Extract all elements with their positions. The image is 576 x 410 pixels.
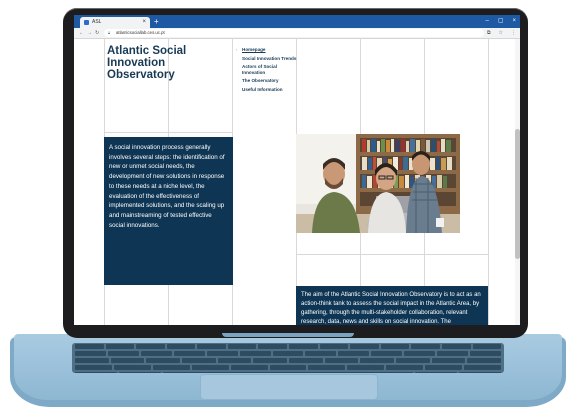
back-icon[interactable]: ←: [79, 28, 84, 38]
menu-item-actors[interactable]: Actors of Social Innovation: [242, 64, 300, 75]
close-window-icon[interactable]: ×: [512, 15, 516, 28]
aim-text-box: The aim of the Atlantic Social Innovatio…: [296, 286, 488, 325]
grid-line: [488, 39, 489, 325]
aim-text: The aim of the Atlantic Social Innovatio…: [301, 292, 481, 325]
main-menu: › Homepage Social Innovation Trends Acto…: [236, 47, 300, 95]
laptop-touchpad: [200, 374, 378, 400]
laptop-screen: ASL × + – ▢ × ← → ↻ 🔒︎ atlanticsociallab…: [74, 15, 520, 325]
intro-text: A social innovation process generally in…: [109, 144, 225, 229]
toolbar-actions: ⧉ ☆ ⋮: [487, 28, 516, 38]
window-controls: – ▢ ×: [485, 15, 516, 28]
url-text: atlanticsociallab.ces.uc.pt: [116, 30, 165, 35]
bookmark-star-icon[interactable]: ☆: [499, 28, 503, 38]
new-tab-button[interactable]: +: [154, 15, 159, 28]
more-menu-icon[interactable]: ⋮: [511, 28, 516, 38]
maximize-icon[interactable]: ▢: [498, 15, 504, 28]
grid-line: [104, 132, 232, 133]
minimize-icon[interactable]: –: [485, 15, 488, 28]
forward-icon[interactable]: →: [87, 28, 92, 38]
reload-icon[interactable]: ↻: [95, 28, 99, 38]
menu-item-social-innovation-trends[interactable]: Social Innovation Trends: [242, 56, 300, 62]
laptop-hinge: [222, 333, 354, 337]
site-title[interactable]: Atlantic Social Innovation Observatory: [107, 45, 232, 81]
grid-line: [296, 254, 488, 255]
scrollbar-thumb[interactable]: [515, 129, 520, 259]
browser-titlebar: ASL × + – ▢ ×: [74, 15, 520, 28]
intro-text-box: A social innovation process generally in…: [104, 137, 233, 285]
tab-close-icon[interactable]: ×: [142, 17, 146, 28]
menu-item-the-observatory[interactable]: The Observatory: [242, 78, 300, 84]
browser-toolbar: ← → ↻ 🔒︎ atlanticsociallab.ces.uc.pt ⧉ ☆…: [74, 28, 520, 39]
web-page: Atlantic Social Innovation Observatory ›…: [74, 39, 520, 325]
tab-title: ASL: [92, 19, 102, 25]
lock-icon: 🔒︎: [108, 30, 111, 35]
laptop-keyboard: [72, 343, 504, 373]
address-bar[interactable]: 🔒︎ atlanticsociallab.ces.uc.pt: [104, 29, 484, 37]
chevron-right-icon: ›: [236, 47, 238, 52]
menu-item-useful-information[interactable]: Useful Information: [242, 87, 300, 93]
team-photo: [296, 134, 460, 233]
browser-tab[interactable]: ASL ×: [80, 17, 150, 28]
favicon-icon: [84, 20, 89, 25]
extensions-icon[interactable]: ⧉: [487, 28, 491, 38]
menu-item-homepage[interactable]: Homepage: [242, 47, 300, 53]
